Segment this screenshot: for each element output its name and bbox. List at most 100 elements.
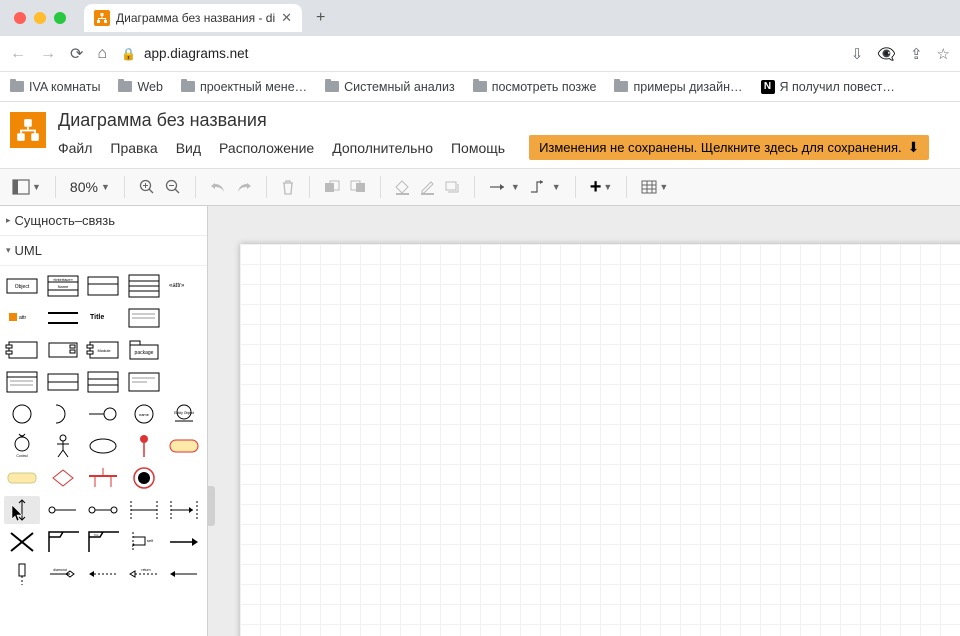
shape-arrow-down[interactable]: Control: [4, 432, 40, 460]
shape-decision[interactable]: [45, 464, 81, 492]
download-icon[interactable]: ⇩: [851, 45, 864, 63]
shape-left-dashed[interactable]: [85, 560, 121, 588]
menu-edit[interactable]: Правка: [110, 140, 157, 156]
shape-interface[interactable]: «interface»Name: [45, 272, 81, 300]
document-title[interactable]: Диаграмма без названия: [58, 108, 950, 135]
shape-left-arrow[interactable]: [166, 560, 202, 588]
shape-lollipop[interactable]: [85, 400, 121, 428]
shape-two-row[interactable]: [45, 368, 81, 396]
shape-component-small[interactable]: [45, 336, 81, 364]
shape-assoc-circle[interactable]: [45, 496, 81, 524]
zoom-in-button[interactable]: [139, 179, 155, 195]
drawing-canvas[interactable]: [240, 244, 960, 636]
bookmark-item[interactable]: примеры дизайн…: [614, 80, 742, 94]
undo-button[interactable]: [210, 180, 226, 194]
menu-arrange[interactable]: Расположение: [219, 140, 314, 156]
zoom-level[interactable]: 80%▼: [70, 179, 110, 195]
to-front-button[interactable]: [324, 180, 340, 194]
fill-color-button[interactable]: [395, 180, 410, 195]
minimize-window-button[interactable]: [34, 12, 46, 24]
lock-icon: 🔒: [121, 47, 136, 61]
shape-receive[interactable]: [45, 400, 81, 428]
app-logo-icon[interactable]: [10, 112, 46, 148]
panel-uml[interactable]: ▾UML: [0, 236, 207, 266]
bookmark-item[interactable]: Web: [118, 80, 162, 94]
canvas-area[interactable]: [208, 206, 960, 636]
bookmark-item[interactable]: IVA комнаты: [10, 80, 100, 94]
shape-entity[interactable]: Entity Object: [166, 400, 202, 428]
connection-style-button[interactable]: ▼: [489, 182, 520, 192]
shape-fork[interactable]: [85, 464, 121, 492]
shape-ellipse[interactable]: [85, 432, 121, 460]
shape-circle[interactable]: [4, 400, 40, 428]
active-tab[interactable]: Диаграмма без названия - di ✕: [84, 4, 302, 32]
shape-left-dashed2[interactable]: return: [126, 560, 162, 588]
forward-button[interactable]: →: [40, 45, 56, 63]
delete-button[interactable]: [281, 180, 295, 195]
shape-note-yellow[interactable]: [4, 464, 40, 492]
panel-entity-relation[interactable]: ▸Сущность–связь: [0, 206, 207, 236]
url-input[interactable]: 🔒 app.diagrams.net: [121, 46, 837, 61]
shape-frame-label[interactable]: frm: [85, 528, 121, 556]
save-banner[interactable]: Изменения не сохранены. Щелкните здесь д…: [529, 135, 929, 160]
waypoint-style-button[interactable]: ▼: [530, 180, 561, 194]
bookmark-item[interactable]: посмотреть позже: [473, 80, 597, 94]
shape-component[interactable]: [45, 304, 81, 332]
line-color-button[interactable]: [420, 180, 435, 195]
menu-extras[interactable]: Дополнительно: [332, 140, 433, 156]
shape-circle-circle[interactable]: [85, 496, 121, 524]
shape-arrow-updown[interactable]: [4, 496, 40, 524]
shape-note-fold[interactable]: attr: [4, 304, 40, 332]
shape-stereotype[interactable]: «attr»: [166, 272, 202, 300]
shape-destroy[interactable]: [4, 528, 40, 556]
insert-button[interactable]: +▼: [590, 176, 613, 199]
shape-diamond-end[interactable]: diamond: [45, 560, 81, 588]
close-window-button[interactable]: [14, 12, 26, 24]
shape-lifeline[interactable]: [4, 560, 40, 588]
reload-button[interactable]: ⟳: [70, 44, 83, 64]
close-tab-icon[interactable]: ✕: [281, 10, 292, 26]
table-button[interactable]: ▼: [641, 180, 668, 194]
svg-text:Object: Object: [15, 284, 30, 290]
new-tab-button[interactable]: +: [308, 9, 333, 27]
shape-arrow[interactable]: [166, 528, 202, 556]
shape-list3[interactable]: [85, 368, 121, 396]
star-icon[interactable]: ☆: [937, 45, 950, 63]
back-button[interactable]: ←: [10, 45, 26, 63]
shape-listbox[interactable]: [4, 368, 40, 396]
shape-frame[interactable]: [45, 528, 81, 556]
menu-view[interactable]: Вид: [176, 140, 201, 156]
shape-pin[interactable]: [126, 432, 162, 460]
bookmark-item[interactable]: проектный мене…: [181, 80, 307, 94]
shape-class-multi[interactable]: [126, 272, 162, 300]
shape-final[interactable]: [126, 464, 162, 492]
shape-actor[interactable]: [45, 432, 81, 460]
shape-rounded[interactable]: [166, 432, 202, 460]
shape-self-call[interactable]: self: [126, 528, 162, 556]
menu-file[interactable]: Файл: [58, 140, 92, 156]
shape-note[interactable]: [126, 368, 162, 396]
incognito-icon[interactable]: 👁‍🗨: [877, 45, 896, 63]
zoom-out-button[interactable]: [165, 179, 181, 195]
bookmark-item[interactable]: Системный анализ: [325, 80, 455, 94]
shape-dashed-assoc[interactable]: [126, 496, 162, 524]
to-back-button[interactable]: [350, 180, 366, 194]
format-panel-collapse-handle[interactable]: [208, 486, 215, 526]
bookmark-item[interactable]: NЯ получил повест…: [761, 80, 895, 94]
sidebar-toggle-button[interactable]: ▼: [12, 179, 41, 195]
shape-module-label[interactable]: Module: [85, 336, 121, 364]
maximize-window-button[interactable]: [54, 12, 66, 24]
shape-assoc-arrow[interactable]: [166, 496, 202, 524]
home-button[interactable]: ⌂: [97, 45, 107, 63]
shape-object[interactable]: Object: [4, 272, 40, 300]
shape-circle-label[interactable]: name: [126, 400, 162, 428]
shadow-button[interactable]: [445, 181, 460, 194]
shape-textbox[interactable]: [126, 304, 162, 332]
shape-class2[interactable]: [85, 272, 121, 300]
redo-button[interactable]: [236, 180, 252, 194]
shape-module[interactable]: [4, 336, 40, 364]
shape-title[interactable]: Title: [85, 304, 121, 332]
shape-package[interactable]: package: [126, 336, 162, 364]
menu-help[interactable]: Помощь: [451, 140, 505, 156]
share-icon[interactable]: ⇪: [910, 45, 923, 63]
